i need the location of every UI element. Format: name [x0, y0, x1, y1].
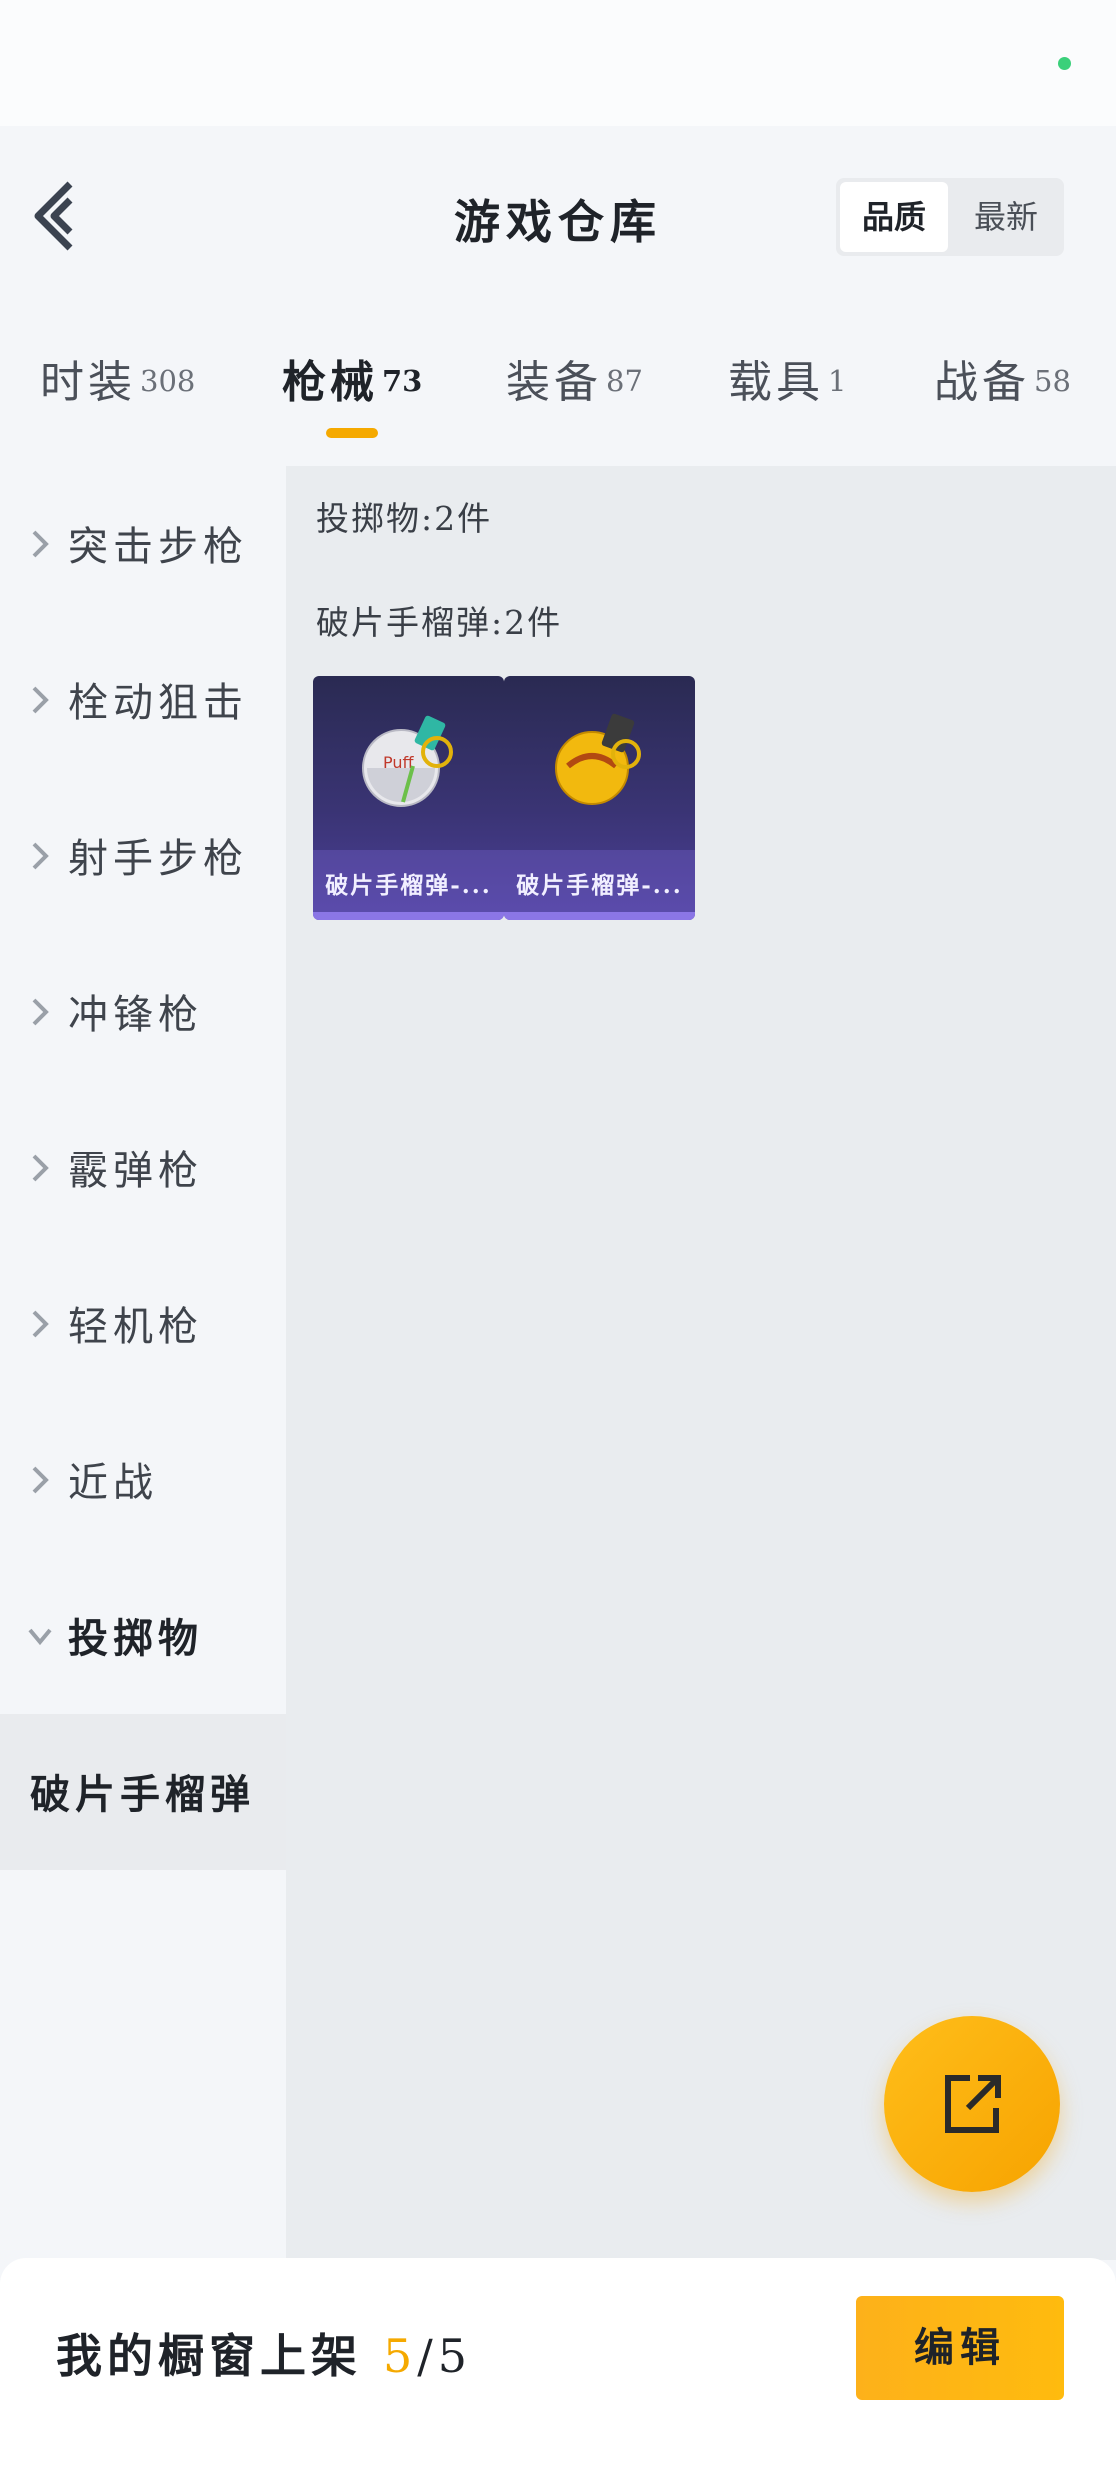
tab-label: 载具: [728, 357, 824, 408]
tab-count: 87: [606, 364, 643, 398]
tab-count: 308: [140, 364, 196, 398]
active-tab-indicator: [326, 428, 378, 438]
chevron-right-icon: [32, 530, 49, 558]
chevron-right-icon: [32, 1310, 49, 1338]
tab-label: 枪械: [282, 357, 378, 408]
tab-label: 装备: [506, 357, 602, 408]
tab-label: 时装: [40, 357, 136, 408]
shelf-total: /5: [417, 2329, 473, 2383]
external-link-icon: [945, 2075, 1001, 2133]
header: 游戏仓库 品质 最新: [0, 126, 1116, 306]
sidebar-item-throwables[interactable]: 投掷物: [0, 1558, 286, 1714]
tab-fashion[interactable]: 时装 308: [40, 346, 195, 416]
shelf-count: 5: [383, 2329, 418, 2383]
chevron-right-icon: [32, 842, 49, 870]
shelf-status: 我的橱窗上架 5/5: [56, 2320, 472, 2386]
item-card[interactable]: 破片手榴弹-...: [504, 676, 695, 920]
sort-toggle: 品质 最新: [836, 178, 1064, 256]
item-card-label: 破片手榴弹-...: [516, 872, 683, 899]
group-heading: 破片手榴弹:2件: [316, 603, 563, 642]
sidebar-item-label: 投掷物: [68, 1615, 203, 1662]
sidebar: 突击步枪 栓动狙击 射手步枪 冲锋枪 霰弹枪 轻机枪 近战 投掷物 破片手榴弹: [0, 466, 286, 2260]
sidebar-item-label: 近战: [68, 1460, 158, 1506]
status-bar: [0, 0, 1116, 126]
share-fab-button[interactable]: [884, 2016, 1060, 2192]
tab-count: 58: [1034, 364, 1071, 398]
sidebar-subitem-label: 破片手榴弹: [30, 1771, 255, 1818]
white-grenade-icon: Puff: [362, 715, 453, 807]
sidebar-item-lmg[interactable]: 轻机枪: [0, 1246, 286, 1402]
item-content: 投掷物:2件 破片手榴弹:2件 Puff 破片手榴弹-... 破片手榴弹-...: [286, 466, 1116, 2260]
edit-button[interactable]: 编辑: [856, 2296, 1064, 2400]
tab-supplies[interactable]: 战备 58: [934, 346, 1071, 416]
tab-count: 1: [828, 364, 847, 398]
yellow-grenade-icon: [555, 713, 641, 805]
rarity-bar: [313, 912, 504, 920]
sidebar-item-smg[interactable]: 冲锋枪: [0, 934, 286, 1090]
tab-vehicles[interactable]: 载具 1: [728, 346, 846, 416]
svg-text:Puff: Puff: [383, 753, 415, 772]
sidebar-item-label: 栓动狙击: [68, 680, 248, 726]
tab-equipment[interactable]: 装备 87: [506, 346, 643, 416]
shelf-label: 我的橱窗上架: [56, 2329, 362, 2383]
tab-label: 战备: [934, 357, 1030, 408]
chevron-right-icon: [32, 1154, 49, 1182]
sidebar-item-label: 突击步枪: [68, 524, 248, 570]
status-dot-icon: [1058, 57, 1071, 70]
sidebar-item-assault-rifle[interactable]: 突击步枪: [0, 466, 286, 622]
bottom-bar: 我的橱窗上架 5/5 编辑: [0, 2258, 1116, 2484]
sidebar-item-label: 轻机枪: [68, 1304, 203, 1350]
tab-count: 73: [382, 364, 423, 398]
sidebar-item-marksman-rifle[interactable]: 射手步枪: [0, 778, 286, 934]
sidebar-item-melee[interactable]: 近战: [0, 1402, 286, 1558]
chevron-right-icon: [32, 1466, 49, 1494]
item-card[interactable]: Puff 破片手榴弹-...: [313, 676, 504, 920]
category-heading: 投掷物:2件: [316, 499, 493, 538]
sidebar-item-label: 冲锋枪: [68, 992, 203, 1038]
sort-quality-button[interactable]: 品质: [840, 182, 948, 252]
sidebar-subitem-frag-grenade[interactable]: 破片手榴弹: [0, 1714, 286, 1870]
rarity-bar: [504, 912, 695, 920]
sidebar-item-label: 霰弹枪: [68, 1148, 203, 1194]
chevron-right-icon: [32, 686, 49, 714]
item-card-label: 破片手榴弹-...: [325, 872, 492, 899]
tab-firearms[interactable]: 枪械 73: [282, 346, 422, 416]
sidebar-item-bolt-sniper[interactable]: 栓动狙击: [0, 622, 286, 778]
sidebar-item-label: 射手步枪: [68, 836, 248, 882]
sidebar-item-shotgun[interactable]: 霰弹枪: [0, 1090, 286, 1246]
chevron-right-icon: [32, 998, 49, 1026]
sort-latest-button[interactable]: 最新: [952, 182, 1060, 252]
chevron-down-icon: [28, 1628, 52, 1646]
category-tabs: 时装 308 枪械 73 装备 87 载具 1 战备 58: [0, 306, 1116, 466]
